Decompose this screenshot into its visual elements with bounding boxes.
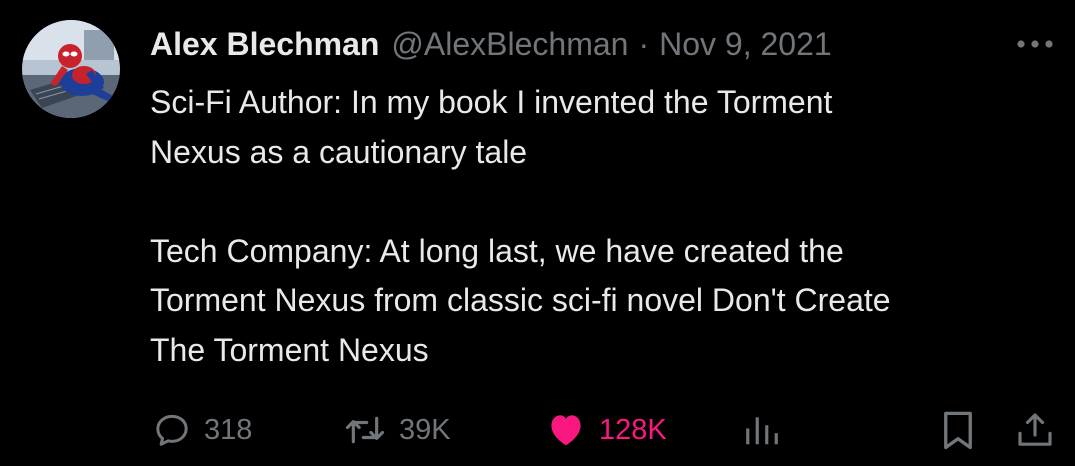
tweet-paragraph: Sci-Fi Author: In my book I invented the…	[150, 84, 833, 170]
reply-button[interactable]: 318	[152, 406, 252, 454]
share-icon	[1018, 413, 1052, 446]
share-button[interactable]	[1015, 406, 1055, 454]
like-count: 128K	[599, 413, 667, 446]
tweet-text: Sci-Fi Author: In my book I invented the…	[150, 78, 1055, 376]
reply-count: 318	[204, 413, 253, 446]
views-bar-icon	[746, 417, 778, 445]
heart-icon	[551, 415, 581, 446]
author-handle[interactable]: @AlexBlechman	[391, 26, 628, 63]
views-button[interactable]	[743, 406, 781, 454]
more-options-button[interactable]	[1015, 30, 1055, 58]
bookmark-icon	[944, 411, 972, 450]
avatar[interactable]	[22, 20, 120, 118]
retweet-button[interactable]: 39K	[343, 406, 451, 454]
action-bar: 318 39K 128K	[0, 406, 1075, 454]
author-display-name[interactable]: Alex Blechman	[150, 26, 379, 63]
bookmark-button[interactable]	[940, 406, 976, 454]
retweet-count: 39K	[399, 413, 451, 446]
like-button[interactable]: 128K	[545, 406, 667, 454]
tweet-paragraph: Tech Company: At long last, we have crea…	[150, 232, 891, 368]
retweet-icon	[345, 416, 385, 444]
more-dots-icon	[1017, 40, 1053, 48]
tweet[interactable]: Alex Blechman @AlexBlechman · Nov 9, 202…	[0, 0, 1075, 466]
spider-man-avatar-icon	[22, 20, 120, 118]
header-separator: ·	[638, 25, 650, 62]
tweet-date[interactable]: Nov 9, 2021	[659, 26, 832, 63]
reply-bubble-icon	[156, 414, 188, 446]
tweet-header: Alex Blechman @AlexBlechman · Nov 9, 202…	[150, 24, 832, 64]
